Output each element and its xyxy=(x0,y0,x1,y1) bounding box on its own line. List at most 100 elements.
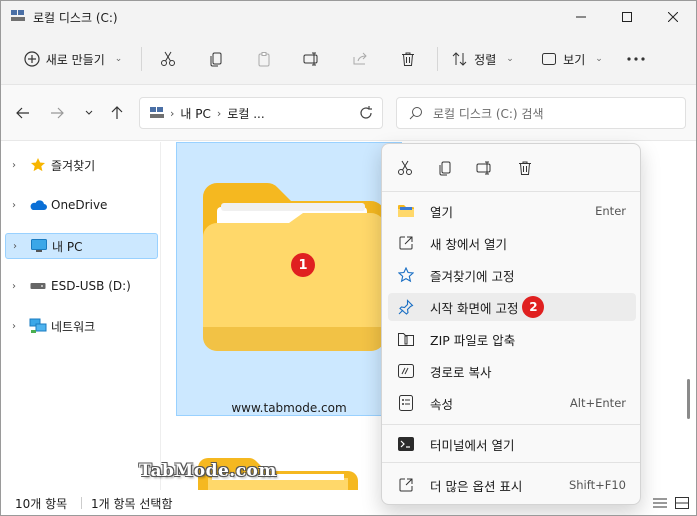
search-box[interactable]: 로컬 디스크 (C:) 검색 xyxy=(396,97,686,129)
breadcrumb-separator: › xyxy=(216,106,222,120)
chevron-down-icon: ⌄ xyxy=(595,54,603,64)
details-view-button[interactable] xyxy=(651,495,669,511)
command-bar: 새로 만들기 ⌄ 정렬 ⌄ 보기 ⌄ xyxy=(1,33,696,85)
menu-item-open-new-window[interactable]: 새 창에서 열기 xyxy=(388,229,636,257)
minimize-icon xyxy=(576,16,586,18)
sort-button-label: 정렬 xyxy=(474,52,497,67)
sidebar-item-usb-drive[interactable]: › ESD-USB (D:) xyxy=(5,273,158,299)
minimize-button[interactable] xyxy=(558,1,604,33)
pc-icon xyxy=(150,107,164,118)
share-button[interactable] xyxy=(345,43,375,75)
sort-button[interactable]: 정렬 ⌄ xyxy=(447,43,519,75)
sidebar-item-onedrive[interactable]: › OneDrive xyxy=(5,192,158,218)
menu-item-show-more-options[interactable]: 더 많은 옵션 표시 Shift+F10 xyxy=(388,471,636,499)
delete-button[interactable] xyxy=(512,156,538,180)
recent-locations-button[interactable] xyxy=(77,101,101,125)
chevron-down-icon: ⌄ xyxy=(114,54,123,64)
copy-button[interactable] xyxy=(432,156,458,180)
chevron-right-icon[interactable]: › xyxy=(6,241,24,252)
menu-item-pin-favorites[interactable]: 즐겨찾기에 고정 xyxy=(388,261,636,289)
menu-item-open[interactable]: 열기 Enter xyxy=(388,197,636,225)
zip-folder-icon xyxy=(396,330,416,348)
context-quick-actions xyxy=(382,144,640,192)
sidebar-item-label: OneDrive xyxy=(51,198,108,212)
view-button[interactable]: 보기 ⌄ xyxy=(537,43,607,75)
menu-item-label: ZIP 파일로 압축 xyxy=(430,332,516,348)
close-button[interactable] xyxy=(650,1,696,33)
menu-item-properties[interactable]: 속성 Alt+Enter xyxy=(388,389,636,417)
menu-divider xyxy=(382,424,640,425)
cloud-icon xyxy=(29,197,47,213)
maximize-button[interactable] xyxy=(604,1,650,33)
arrow-right-icon xyxy=(51,107,64,119)
toolbar-divider xyxy=(141,47,142,71)
menu-item-label: 시작 화면에 고정 xyxy=(430,300,519,316)
refresh-icon[interactable] xyxy=(358,105,374,121)
view-button-label: 보기 xyxy=(563,52,586,67)
copy-button[interactable] xyxy=(201,43,231,75)
menu-item-compress-zip[interactable]: ZIP 파일로 압축 xyxy=(388,325,636,353)
up-button[interactable] xyxy=(105,101,129,125)
plus-circle-icon xyxy=(24,51,40,67)
copy-icon xyxy=(210,52,222,67)
more-options-icon xyxy=(396,476,416,494)
menu-item-label: 속성 xyxy=(430,396,454,412)
sidebar-item-network[interactable]: › 네트워크 xyxy=(5,313,158,339)
close-icon xyxy=(668,12,678,22)
folder-open-icon xyxy=(396,202,416,220)
sidebar-item-label: ESD-USB (D:) xyxy=(51,279,131,293)
breadcrumb-current[interactable]: 로컬 ... xyxy=(227,105,264,122)
chevron-right-icon[interactable]: › xyxy=(5,160,23,171)
pin-icon xyxy=(396,298,416,316)
selection-count: 1개 항목 선택함 xyxy=(91,496,173,511)
delete-button[interactable] xyxy=(393,43,423,75)
rename-icon xyxy=(303,52,318,66)
details-view-icon xyxy=(653,498,667,508)
menu-item-pin-start[interactable]: 시작 화면에 고정 2 xyxy=(388,293,636,321)
menu-item-label: 더 많은 옵션 표시 xyxy=(430,478,523,494)
cut-button[interactable] xyxy=(153,43,183,75)
tiles-view-button[interactable] xyxy=(673,495,691,511)
navigation-pane: › 즐겨찾기 › OneDrive › 내 PC › ESD-USB (D:) … xyxy=(1,142,161,490)
vertical-scrollbar[interactable] xyxy=(687,379,690,419)
more-icon xyxy=(627,57,645,61)
scissors-icon xyxy=(161,51,175,66)
menu-item-copy-path[interactable]: 경로로 복사 xyxy=(388,357,636,385)
address-bar[interactable]: › 내 PC › 로컬 ... xyxy=(139,97,383,129)
monitor-icon xyxy=(30,238,48,254)
menu-item-label: 열기 xyxy=(430,204,454,220)
back-button[interactable] xyxy=(11,101,35,125)
cut-button[interactable] xyxy=(392,156,418,180)
folder-tile-selected[interactable]: 1 www.tabmode.com xyxy=(176,142,402,416)
maximize-icon xyxy=(622,12,632,22)
navigation-row: › 내 PC › 로컬 ... 로컬 디스크 (C:) 검색 xyxy=(1,85,696,141)
chevron-right-icon[interactable]: › xyxy=(5,321,23,332)
step-badge-2: 2 xyxy=(522,296,545,318)
rename-button[interactable] xyxy=(297,43,327,75)
trash-icon xyxy=(519,161,531,175)
breadcrumb-root[interactable]: 내 PC xyxy=(180,105,210,122)
new-button[interactable]: 새로 만들기 ⌄ xyxy=(15,43,131,75)
menu-item-label: 터미널에서 열기 xyxy=(430,437,515,453)
rename-button[interactable] xyxy=(472,156,498,180)
menu-item-label: 즐겨찾기에 고정 xyxy=(430,268,515,284)
sidebar-item-this-pc[interactable]: › 내 PC xyxy=(5,233,158,259)
share-icon xyxy=(353,52,367,65)
menu-item-open-terminal[interactable]: 터미널에서 열기 xyxy=(388,430,636,458)
sidebar-item-favorites[interactable]: › 즐겨찾기 xyxy=(5,152,158,178)
search-icon xyxy=(409,107,422,120)
sort-icon xyxy=(452,52,467,66)
chevron-down-icon xyxy=(85,110,93,115)
more-options-button[interactable] xyxy=(621,43,651,75)
drive-icon xyxy=(29,278,47,294)
tiles-view-icon xyxy=(675,497,689,509)
arrow-left-icon xyxy=(16,107,29,119)
star-icon xyxy=(29,157,47,173)
chevron-right-icon[interactable]: › xyxy=(5,200,23,211)
forward-button[interactable] xyxy=(45,101,69,125)
copy-icon xyxy=(439,161,451,176)
chevron-right-icon[interactable]: › xyxy=(5,281,23,292)
new-button-label: 새로 만들기 xyxy=(45,52,105,67)
paste-button[interactable] xyxy=(249,43,279,75)
watermark: TabMode.com xyxy=(139,461,277,481)
